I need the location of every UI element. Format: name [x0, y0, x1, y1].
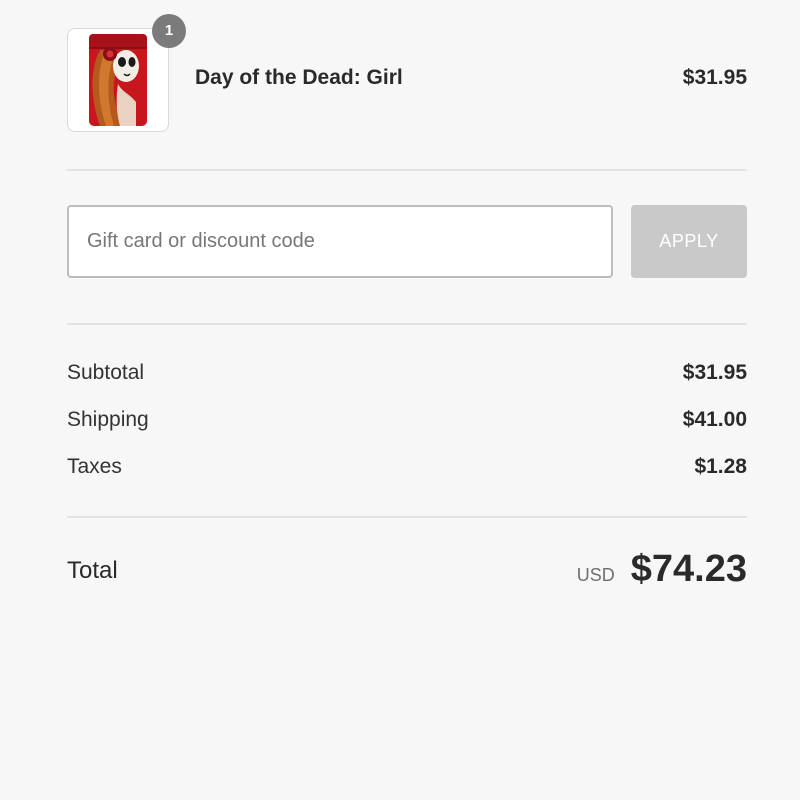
shipping-row: Shipping $41.00: [67, 408, 747, 438]
divider: [67, 169, 747, 171]
currency-code: USD: [576, 565, 615, 585]
shipping-label: Shipping: [67, 408, 149, 431]
discount-code-input[interactable]: [67, 205, 613, 278]
taxes-value: $1.28: [694, 455, 747, 478]
total-amount: $74.23: [630, 548, 747, 590]
subtotal-label: Subtotal: [67, 361, 145, 384]
product-thumbnail[interactable]: [67, 28, 169, 132]
product-line-item: 1 Day of the Dead: Girl $31.95: [67, 0, 747, 170]
divider: [67, 516, 747, 518]
product-price: $31.95: [682, 66, 747, 89]
taxes-row: Taxes $1.28: [67, 455, 747, 485]
quantity-badge: 1: [152, 14, 186, 48]
shipping-value: $41.00: [682, 408, 747, 431]
day-of-the-dead-lighter-image: [89, 34, 147, 126]
total-label: Total: [67, 557, 118, 584]
order-summary: 1 Day of the Dead: Girl $31.95 APPLY Sub…: [67, 0, 747, 590]
divider: [67, 323, 747, 325]
total-value: USD $74.23: [577, 548, 747, 591]
product-name: Day of the Dead: Girl: [195, 66, 403, 89]
apply-button[interactable]: APPLY: [631, 205, 747, 278]
subtotal-row: Subtotal $31.95: [67, 361, 747, 391]
subtotal-value: $31.95: [682, 361, 747, 384]
taxes-label: Taxes: [67, 455, 122, 478]
